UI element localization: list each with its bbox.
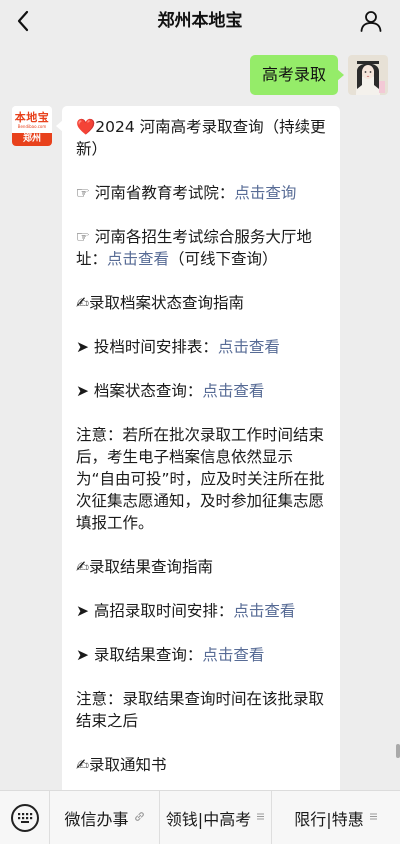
message-note: 注意：若所在批次录取工作时间结束后，考生电子档案信息依然显示为“自由可投”时，应… [76, 426, 325, 532]
menu-lines-icon [256, 811, 265, 824]
scrollbar-thumb[interactable] [396, 744, 400, 758]
avatar-brand: 本地宝 Bendibao.com [12, 106, 52, 133]
view-link[interactable]: 点击查看 [202, 382, 264, 400]
message-item: ☞ 河南省教育考试院：点击查询 [76, 182, 328, 204]
keyboard-toggle-button[interactable] [0, 790, 50, 844]
menu-traffic-deals[interactable]: 限行|特惠 [272, 791, 400, 844]
message-item: ➤ 录取结果查询：点击查看 [76, 644, 328, 666]
message-item: ➤ 高招录取时间安排：点击查看 [76, 600, 328, 622]
view-link[interactable]: 点击查看 [233, 602, 295, 620]
section-heading: ✍录取结果查询指南 [76, 558, 213, 576]
section-heading: ✍录取通知书 [76, 756, 167, 774]
menu-wechat-services[interactable]: 微信办事 [50, 790, 160, 844]
item-text: ➤ 档案状态查询： [76, 382, 203, 400]
message-item: ➤ 投档时间安排表：点击查看 [76, 336, 328, 358]
query-link[interactable]: 点击查询 [234, 184, 296, 202]
avatar-illustration [348, 55, 388, 95]
incoming-message: ❤️2024 河南高考录取查询（持续更新） ☞ 河南省教育考试院：点击查询 ☞ … [62, 106, 340, 790]
outgoing-bubble[interactable]: 高考录取 [249, 55, 345, 95]
item-text: ➤ 高招录取时间安排： [76, 602, 234, 620]
item-text: ➤ 投档时间安排表： [76, 338, 218, 356]
message-note: 注意：录取结果查询时间在该批录取结束之后 [76, 690, 325, 730]
person-icon [360, 11, 382, 32]
top-bar: 郑州本地宝 [0, 0, 400, 42]
message-headline: ❤️2024 河南高考录取查询（持续更新） [76, 118, 326, 158]
outgoing-message: 高考录取 [249, 55, 388, 95]
message-item: ☞ 河南各招生考试综合服务大厅地址：点击查看（可线下查询） [76, 226, 328, 270]
link-icon [134, 811, 145, 825]
keyboard-icon [10, 803, 39, 832]
menu-money-exams[interactable]: 领钱|中高考 [160, 790, 272, 844]
message-item: ➤ 档案状态查询：点击查看 [76, 380, 328, 402]
profile-button[interactable] [356, 6, 386, 36]
menu-label: 微信办事 [64, 809, 129, 829]
avatar-brand-name: 本地宝 [14, 110, 50, 124]
section-heading: ✍录取档案状态查询指南 [76, 294, 244, 312]
view-link[interactable]: 点击查看 [218, 338, 280, 356]
page-title: 郑州本地宝 [157, 11, 243, 31]
item-suffix: （可线下查询） [169, 250, 278, 268]
menu-label: 领钱|中高考 [165, 809, 252, 829]
menu-lines-icon [369, 811, 378, 824]
avatar-city: 郑州 [12, 133, 52, 146]
item-text: ☞ 河南省教育考试院： [76, 184, 235, 202]
my-avatar[interactable] [348, 55, 388, 95]
view-link[interactable]: 点击查看 [107, 250, 169, 268]
menu-label: 限行|特惠 [294, 809, 364, 829]
sender-avatar[interactable]: 本地宝 Bendibao.com 郑州 [12, 106, 52, 146]
view-link[interactable]: 点击查看 [202, 646, 264, 664]
item-text: ➤ 录取结果查询： [76, 646, 203, 664]
bottom-menu-bar: 微信办事 领钱|中高考 限行|特惠 [0, 790, 400, 844]
avatar-brand-domain: Bendibao.com [17, 123, 47, 129]
